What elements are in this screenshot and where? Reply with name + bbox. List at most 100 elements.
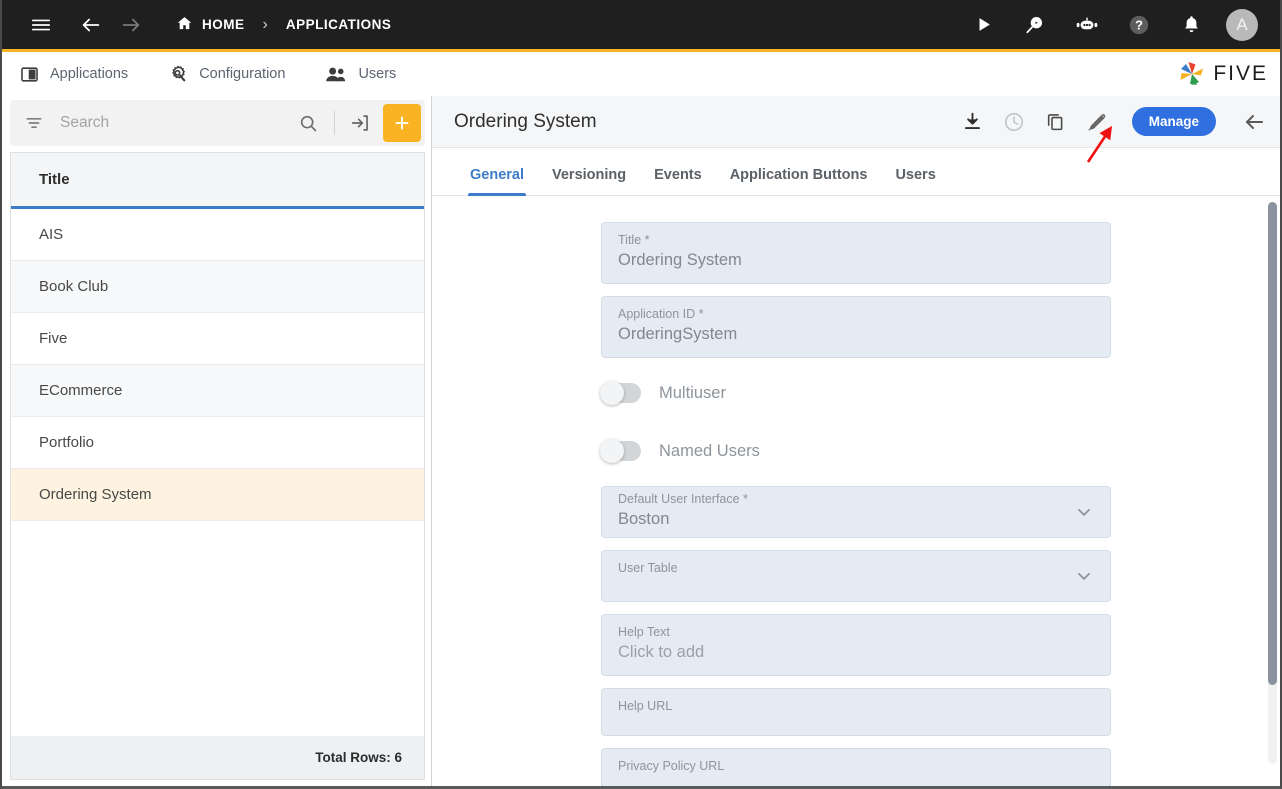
search-input[interactable] xyxy=(44,114,290,132)
toggle-knob xyxy=(600,381,624,405)
tab-versioning[interactable]: Versioning xyxy=(538,167,640,195)
manage-button[interactable]: Manage xyxy=(1131,107,1216,136)
filter-icon[interactable] xyxy=(24,113,44,133)
title-field[interactable]: Title * Ordering System xyxy=(601,222,1111,284)
history-clock-icon[interactable] xyxy=(1003,111,1025,133)
gear-wrench-icon xyxy=(168,64,188,84)
detail-header-actions: Manage xyxy=(962,107,1266,136)
hamburger-menu-icon[interactable] xyxy=(24,8,58,42)
title-field-value: Ordering System xyxy=(618,251,742,269)
multiuser-toggle[interactable] xyxy=(600,381,641,405)
divider xyxy=(334,111,335,135)
applications-list-panel: + Title AIS Book Club Five ECommerce Por… xyxy=(2,96,432,786)
svg-text:?: ? xyxy=(1135,17,1143,32)
add-application-button[interactable]: + xyxy=(383,104,421,142)
row-title: Book Club xyxy=(39,278,109,295)
breadcrumb-home[interactable]: HOME xyxy=(176,15,245,35)
arrow-forward-icon[interactable] xyxy=(114,8,148,42)
table-row[interactable]: Five xyxy=(11,313,424,365)
subnav-label-users: Users xyxy=(358,66,397,82)
tab-general[interactable]: General xyxy=(456,167,538,196)
subnav-label-applications: Applications xyxy=(50,66,129,82)
vertical-scrollbar[interactable] xyxy=(1268,202,1277,764)
table-row[interactable]: Portfolio xyxy=(11,417,424,469)
edit-pencil-icon[interactable] xyxy=(1086,111,1108,133)
import-arrow-icon[interactable] xyxy=(343,112,377,134)
general-form-scroll-area: Title * Ordering System Application ID *… xyxy=(432,196,1280,786)
detail-panel: Ordering System Manage General Versionin… xyxy=(432,96,1280,786)
subnav-label-configuration: Configuration xyxy=(199,66,286,82)
chevron-down-icon[interactable] xyxy=(1074,502,1094,522)
help-text-label: Help Text xyxy=(618,625,670,639)
subnav-item-configuration[interactable]: Configuration xyxy=(168,64,285,84)
brand-name: FIVE xyxy=(1213,62,1268,85)
download-icon[interactable] xyxy=(962,111,983,132)
subnav-item-users[interactable]: Users xyxy=(325,65,396,84)
tab-events[interactable]: Events xyxy=(640,167,716,195)
secondary-navigation: Applications Configuration Users FIVE xyxy=(2,52,1280,96)
default-user-interface-label: Default User Interface * xyxy=(618,492,748,506)
privacy-policy-url-field[interactable]: Privacy Policy URL xyxy=(601,748,1111,786)
arrow-back-icon[interactable] xyxy=(74,8,108,42)
breadcrumb-separator: › xyxy=(262,15,268,33)
page-body: + Title AIS Book Club Five ECommerce Por… xyxy=(2,96,1280,786)
scrollbar-thumb[interactable] xyxy=(1268,202,1277,686)
home-icon xyxy=(176,15,193,35)
copy-icon[interactable] xyxy=(1045,111,1066,132)
help-circle-icon[interactable]: ? xyxy=(1122,8,1156,42)
application-window: HOME › APPLICATIONS ? A Applications Con… xyxy=(0,0,1282,789)
detail-back-arrow-icon[interactable] xyxy=(1242,110,1266,134)
total-rows-label: Total Rows: 6 xyxy=(10,736,425,780)
search-icon[interactable] xyxy=(290,113,326,133)
table-row[interactable]: AIS xyxy=(11,209,424,261)
chevron-down-icon[interactable] xyxy=(1074,566,1094,586)
breadcrumb: HOME › APPLICATIONS xyxy=(176,15,391,35)
general-form: Title * Ordering System Application ID *… xyxy=(432,196,1280,786)
user-table-label: User Table xyxy=(618,561,678,575)
multiuser-label: Multiuser xyxy=(659,383,726,402)
detail-tabs: General Versioning Events Application Bu… xyxy=(432,148,1280,196)
applications-panel-icon xyxy=(20,65,39,84)
default-user-interface-value: Boston xyxy=(618,510,670,528)
table-row[interactable]: Book Club xyxy=(11,261,424,313)
robot-assistant-icon[interactable] xyxy=(1070,8,1104,42)
application-id-field-label: Application ID * xyxy=(618,307,704,321)
help-url-label: Help URL xyxy=(618,699,673,713)
user-table-field[interactable]: User Table xyxy=(601,550,1111,602)
row-title: Portfolio xyxy=(39,434,95,451)
breadcrumb-applications[interactable]: APPLICATIONS xyxy=(286,17,392,32)
multiuser-toggle-row: Multiuser xyxy=(600,370,1111,416)
default-user-interface-field[interactable]: Default User Interface * Boston xyxy=(601,486,1111,538)
help-url-field[interactable]: Help URL xyxy=(601,688,1111,736)
application-id-field[interactable]: Application ID * OrderingSystem xyxy=(601,296,1111,358)
help-text-field[interactable]: Help Text Click to add xyxy=(601,614,1111,676)
table-row-selected[interactable]: Ordering System xyxy=(11,469,424,521)
search-play-icon[interactable] xyxy=(1018,8,1052,42)
privacy-policy-url-label: Privacy Policy URL xyxy=(618,759,725,773)
table-body: AIS Book Club Five ECommerce Portfolio O… xyxy=(11,209,424,736)
row-title: Ordering System xyxy=(39,486,152,503)
detail-header: Ordering System Manage xyxy=(432,96,1280,148)
play-run-icon[interactable] xyxy=(966,8,1000,42)
notification-bell-icon[interactable] xyxy=(1174,8,1208,42)
tab-users[interactable]: Users xyxy=(881,167,949,195)
named-users-toggle-row: Named Users xyxy=(600,428,1111,474)
named-users-toggle[interactable] xyxy=(600,439,641,463)
search-bar: + xyxy=(10,100,425,146)
help-text-value: Click to add xyxy=(618,643,705,661)
table-row[interactable]: ECommerce xyxy=(11,365,424,417)
subnav-item-applications[interactable]: Applications xyxy=(20,65,128,84)
applications-table: Title AIS Book Club Five ECommerce Portf… xyxy=(10,152,425,736)
five-logo: FIVE xyxy=(1177,60,1268,88)
breadcrumb-home-label: HOME xyxy=(202,17,245,32)
tab-application-buttons[interactable]: Application Buttons xyxy=(716,167,882,195)
table-column-header-title[interactable]: Title xyxy=(11,153,424,209)
avatar[interactable]: A xyxy=(1226,8,1258,41)
top-navigation-bar: HOME › APPLICATIONS ? A xyxy=(2,0,1280,52)
named-users-label: Named Users xyxy=(659,441,760,460)
users-group-icon xyxy=(325,65,347,84)
title-field-label: Title * xyxy=(618,233,650,247)
five-pinwheel-icon xyxy=(1180,62,1204,85)
topbar-actions: ? A xyxy=(966,8,1266,42)
application-id-field-value: OrderingSystem xyxy=(618,325,738,343)
